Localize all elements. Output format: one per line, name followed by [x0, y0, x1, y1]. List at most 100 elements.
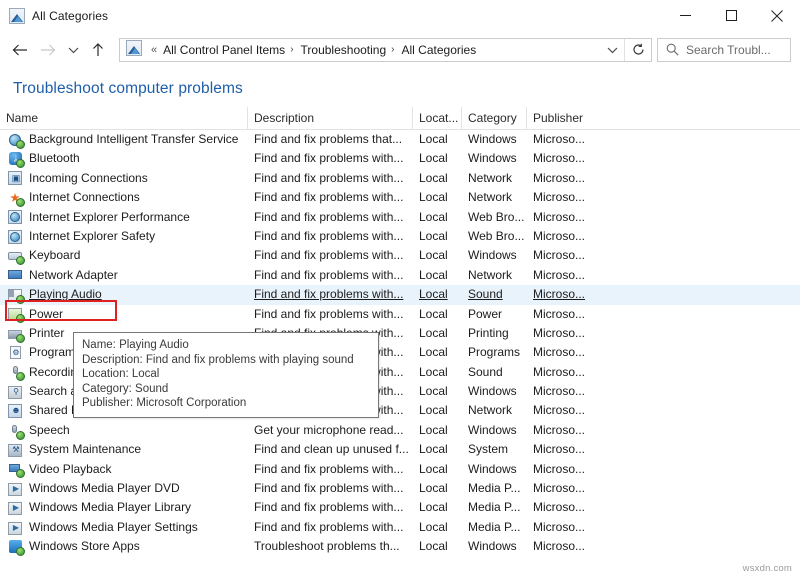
back-icon[interactable] [6, 36, 34, 64]
cell-description: Troubleshoot problems th... [248, 537, 413, 556]
cell-name: Playing Audio [0, 285, 248, 304]
audio-icon [8, 287, 24, 303]
up-icon[interactable] [84, 36, 112, 64]
row-label: Windows Media Player Settings [29, 518, 198, 537]
cell-publisher: Microso... [527, 285, 597, 304]
cell-category: Programs [462, 343, 527, 362]
cell-name: Speech [0, 421, 248, 440]
table-row[interactable]: PowerFind and fix problems with...LocalP… [0, 305, 800, 324]
table-row[interactable]: Windows Store AppsTroubleshoot problems … [0, 537, 800, 556]
cell-publisher: Microso... [527, 343, 597, 362]
column-header-name[interactable]: Name [0, 107, 248, 129]
cell-location: Local [413, 324, 462, 343]
cell-category: Windows [462, 130, 527, 149]
row-label: Playing Audio [29, 285, 102, 304]
cell-name: ▣Incoming Connections [0, 169, 248, 188]
cell-description: Find and fix problems with... [248, 169, 413, 188]
table-row[interactable]: ▶Windows Media Player LibraryFind and fi… [0, 498, 800, 517]
column-header-description[interactable]: Description [248, 107, 413, 129]
table-row[interactable]: Internet Explorer PerformanceFind and fi… [0, 208, 800, 227]
column-header-location[interactable]: Locat... [413, 107, 462, 129]
cell-name: Network Adapter [0, 266, 248, 285]
wmp-library-icon: ▶ [8, 500, 24, 516]
table-row[interactable]: Playing Audio Find and fix problems with.… [0, 285, 800, 304]
wmp-dvd-icon: ▶ [8, 481, 24, 497]
tooltip-line-name: Name: Playing Audio [82, 338, 371, 353]
cell-category: Network [462, 266, 527, 285]
wmp-settings-icon: ▶ [8, 520, 24, 536]
table-row[interactable]: ▣Incoming ConnectionsFind and fix proble… [0, 169, 800, 188]
table-row[interactable]: Network AdapterFind and fix problems wit… [0, 266, 800, 285]
breadcrumb-item-troubleshooting[interactable]: Troubleshooting [299, 43, 389, 57]
row-label: Video Playback [29, 460, 112, 479]
cell-publisher: Microso... [527, 149, 597, 168]
search-box[interactable]: Search Troubl... [657, 38, 791, 62]
refresh-icon[interactable] [624, 39, 651, 61]
cell-description: Find and fix problems with... [248, 266, 413, 285]
recent-locations-chevron-down-icon[interactable] [62, 36, 84, 64]
table-row[interactable]: ᛦBluetoothFind and fix problems with...L… [0, 149, 800, 168]
breadcrumb-separator[interactable]: › [388, 44, 399, 55]
cell-location: Local [413, 227, 462, 246]
row-label: Windows Media Player DVD [29, 479, 180, 498]
search-idx-icon: ⚲ [8, 384, 24, 400]
cell-name: Background Intelligent Transfer Service [0, 130, 248, 149]
search-input[interactable]: Search Troubl... [686, 43, 771, 57]
cell-description: Get your microphone read... [248, 421, 413, 440]
cell-category: Network [462, 188, 527, 207]
table-row[interactable]: ▶Windows Media Player DVDFind and fix pr… [0, 479, 800, 498]
cell-location: Local [413, 421, 462, 440]
cell-publisher: Microso... [527, 537, 597, 556]
table-row[interactable]: SpeechGet your microphone read...LocalWi… [0, 421, 800, 440]
address-dropdown-chevron-down-icon[interactable] [600, 39, 624, 61]
maximize-button[interactable] [708, 0, 754, 31]
minimize-button[interactable] [662, 0, 708, 31]
title-bar: All Categories [0, 0, 800, 31]
incoming-icon: ▣ [8, 170, 24, 186]
cell-publisher: Microso... [527, 169, 597, 188]
cell-location: Local [413, 208, 462, 227]
ie-perf-icon [8, 209, 24, 225]
window-title: All Categories [32, 9, 108, 23]
cell-description: Find and fix problems with... [248, 285, 413, 304]
table-row[interactable]: Internet ConnectionsFind and fix problem… [0, 188, 800, 207]
cell-name: Keyboard [0, 246, 248, 265]
cell-category: Network [462, 401, 527, 420]
tooltip-line-location: Location: Local [82, 367, 371, 382]
close-button[interactable] [754, 0, 800, 31]
forward-icon[interactable] [34, 36, 62, 64]
breadcrumb-overflow[interactable]: « [147, 44, 161, 56]
page-title: Troubleshoot computer problems [0, 68, 800, 107]
table-row[interactable]: ▶ Windows Media Player Settings Find and f… [0, 518, 800, 537]
cell-location: Local [413, 363, 462, 382]
row-label: Background Intelligent Transfer Service [29, 130, 238, 149]
column-header-category[interactable]: Category [462, 107, 527, 129]
table-row[interactable]: Background Intelligent Transfer ServiceF… [0, 130, 800, 149]
breadcrumb-item-all-categories[interactable]: All Categories [400, 43, 479, 57]
cell-description: Find and fix problems with... [248, 518, 413, 537]
table-row[interactable]: KeyboardFind and fix problems with...Loc… [0, 246, 800, 265]
breadcrumb-separator[interactable]: › [287, 44, 298, 55]
table-row[interactable]: ⚒System MaintenanceFind and clean up unu… [0, 440, 800, 459]
internet-icon [8, 190, 24, 206]
cell-description: Find and fix problems with... [248, 305, 413, 324]
row-label: System Maintenance [29, 440, 141, 459]
cell-publisher: Microso... [527, 518, 597, 537]
breadcrumb-item-all-control-panel-items[interactable]: All Control Panel Items [161, 43, 287, 57]
cell-name: ᛦBluetooth [0, 149, 248, 168]
cell-location: Local [413, 246, 462, 265]
address-bar[interactable]: « All Control Panel Items › Troubleshoot… [119, 38, 652, 62]
table-row[interactable]: Video PlaybackFind and fix problems with… [0, 460, 800, 479]
cell-publisher: Microso... [527, 324, 597, 343]
cell-location: Local [413, 401, 462, 420]
cell-location: Local [413, 266, 462, 285]
cell-category: Media P... [462, 518, 527, 537]
cell-category: Windows [462, 421, 527, 440]
column-header-publisher[interactable]: Publisher [527, 107, 597, 129]
cell-description: Find and clean up unused f... [248, 440, 413, 459]
printer-icon [8, 326, 24, 342]
cell-category: Media P... [462, 498, 527, 517]
cell-publisher: Microso... [527, 382, 597, 401]
table-row[interactable]: Internet Explorer SafetyFind and fix pro… [0, 227, 800, 246]
cell-publisher: Microso... [527, 401, 597, 420]
